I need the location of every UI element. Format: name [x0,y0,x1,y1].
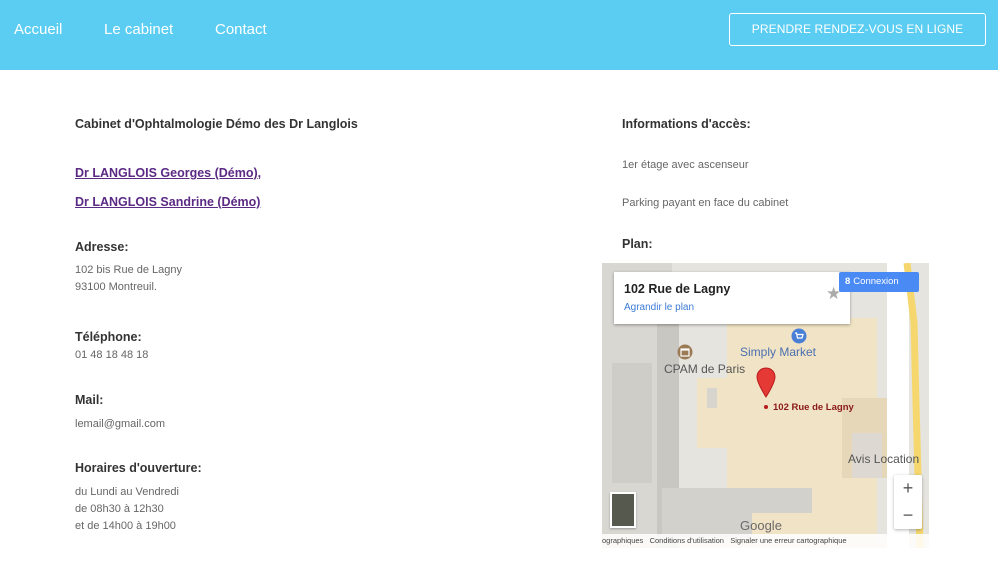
zoom-control: + − [894,475,922,529]
google-map[interactable]: 102 Rue de Lagny Agrandir le plan ★ 8 Con… [602,263,929,548]
mail-heading: Mail: [75,393,104,407]
access-line1: 1er étage avec ascenseur [622,159,749,171]
access-heading: Informations d'accès: [622,117,751,131]
map-footer: ographiques Conditions d'utilisation Sig… [602,534,929,548]
doctor2-line: Dr LANGLOIS Sandrine (Démo) [75,193,260,211]
avis-location-label: Avis Location [848,452,920,466]
doctor1-link[interactable]: Dr LANGLOIS Georges (Démo) [75,166,258,180]
hours-heading: Horaires d'ouverture: [75,461,202,475]
map-card-title: 102 Rue de Lagny [624,282,731,296]
phone-heading: Téléphone: [75,330,142,344]
shopping-cart-icon [791,328,807,344]
google-logo: Google [740,518,782,533]
satellite-toggle[interactable] [610,492,636,528]
top-navbar: Accueil Le cabinet Contact PRENDRE RENDE… [0,0,998,70]
address-line2: 93100 Montreuil. [75,281,157,293]
address-line1: 102 bis Rue de Lagny [75,264,183,276]
hours-line2: de 08h30 à 12h30 [75,503,164,515]
address-heading: Adresse: [75,240,129,254]
plan-heading: Plan: [622,237,653,251]
pin-label: 102 Rue de Lagny [773,402,854,413]
google-signin-button[interactable]: 8 Connexion [839,272,919,292]
doctor2-link[interactable]: Dr LANGLOIS Sandrine (Démo) [75,195,260,209]
access-line2: Parking payant en face du cabinet [622,197,789,209]
zoom-in-button[interactable]: + [894,475,922,502]
simply-market-label: Simply Market [740,345,817,359]
cabinet-name: Cabinet d'Ophtalmologie Démo des Dr Lang… [75,117,358,131]
hours-line1: du Lundi au Vendredi [75,486,179,498]
map-data-link[interactable]: ographiques [602,536,643,545]
doctor1-line: Dr LANGLOIS Georges (Démo), [75,164,261,182]
google-plus-icon: 8 [845,276,851,287]
hours-line3: et de 14h00 à 19h00 [75,520,176,532]
doctor1-separator: , [257,166,262,180]
nav-contact-link[interactable]: Contact [215,21,267,38]
book-appointment-button[interactable]: PRENDRE RENDEZ-VOUS EN LIGNE [729,13,986,46]
cpam-label: CPAM de Paris [664,362,746,376]
enlarge-map-link[interactable]: Agrandir le plan [624,302,694,313]
zoom-out-button[interactable]: − [894,502,922,529]
nav-cabinet-link[interactable]: Le cabinet [104,21,173,38]
map-info-card: 102 Rue de Lagny Agrandir le plan ★ [614,272,850,324]
mail-value: lemail@gmail.com [75,418,166,430]
government-building-icon [677,344,693,360]
report-error-link[interactable]: Signaler une erreur cartographique [730,536,846,545]
signin-label: Connexion [853,276,899,287]
terms-link[interactable]: Conditions d'utilisation [650,536,724,545]
phone-value: 01 48 18 48 18 [75,349,149,361]
nav-home-link[interactable]: Accueil [14,21,62,38]
